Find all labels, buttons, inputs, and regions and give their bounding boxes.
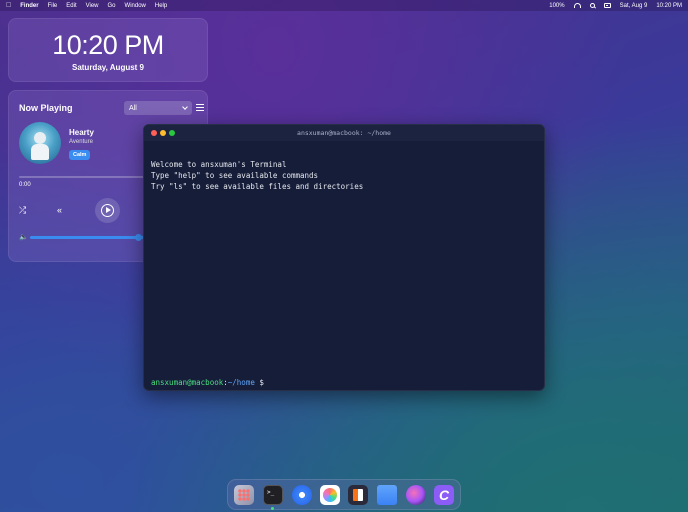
battery-status[interactable]: 100% [549,3,564,9]
menu-time[interactable]: 10:20 PM [656,3,682,9]
apple-menu-icon[interactable]:  [6,2,11,9]
mood-tag: Calm [69,150,91,160]
control-center-icon[interactable] [603,3,611,8]
terminal-window[interactable]: ansxuman@macbook: ~/home Welcome to ansx… [143,124,545,391]
dock [227,479,461,510]
volume-icon: 🔈 [19,234,28,241]
menu-window[interactable]: Window [125,3,146,9]
terminal-prompt[interactable]: ansxuman@macbook:~/home $ [151,378,264,387]
menu-app-name[interactable]: Finder [20,3,38,9]
menu-date[interactable]: Sat, Aug 9 [620,3,648,9]
menu-go[interactable]: Go [108,3,116,9]
prompt-symbol: $ [259,378,264,387]
menu-bar:  Finder File Edit View Go Window Help 1… [0,0,688,11]
menu-file[interactable]: File [48,3,58,9]
clock-time: 10:20 PM [52,30,164,60]
zoom-window-button[interactable] [169,130,175,136]
terminal-output: Welcome to ansxuman's Terminal Type "hel… [144,141,544,192]
terminal-line: Type "help" to see available commands [151,171,319,180]
terminal-title-bar[interactable]: ansxuman@macbook: ~/home [144,125,544,141]
playlist-menu-icon[interactable] [196,104,204,111]
wifi-icon[interactable] [573,3,581,8]
volume-slider[interactable] [30,236,145,239]
track-title: Hearty [69,128,94,137]
now-playing-title: Now Playing [19,103,73,113]
playlist-filter-value: All [129,104,137,112]
previous-track-icon[interactable]: « [57,205,62,215]
terminal-line: Welcome to ansxuman's Terminal [151,160,287,169]
close-window-button[interactable] [151,130,157,136]
elapsed-time: 0:00 [19,182,31,188]
menu-edit[interactable]: Edit [66,3,76,9]
chevron-down-icon [182,104,188,110]
books-icon[interactable] [348,485,368,505]
menu-help[interactable]: Help [155,3,167,9]
album-art [19,122,61,164]
safari-icon[interactable] [292,485,312,505]
folder-icon[interactable] [377,485,397,505]
prompt-path: ~/home [227,378,255,387]
prompt-user: ansxuman@macbook [151,378,224,387]
shuffle-icon[interactable]: ⤮ [19,205,26,216]
spotlight-search-icon[interactable] [589,3,595,8]
minimize-window-button[interactable] [160,130,166,136]
canva-icon[interactable] [434,485,454,505]
clock-date: Saturday, August 9 [71,63,144,72]
siri-icon[interactable] [406,485,426,505]
volume-slider-knob[interactable] [135,234,142,241]
playlist-filter-select[interactable]: All [124,101,192,115]
terminal-title: ansxuman@macbook: ~/home [297,129,391,137]
clock-widget: 10:20 PM Saturday, August 9 [8,18,208,82]
menu-view[interactable]: View [86,3,99,9]
play-icon [106,207,111,213]
play-button[interactable] [95,198,120,223]
photos-icon[interactable] [320,485,340,505]
running-indicator [271,507,274,510]
terminal-icon[interactable] [263,485,283,505]
terminal-line: Try "ls" to see available files and dire… [151,182,364,191]
launchpad-icon[interactable] [234,485,254,505]
track-artist: Aventure [69,139,93,145]
playback-progress-bar[interactable] [19,176,149,178]
